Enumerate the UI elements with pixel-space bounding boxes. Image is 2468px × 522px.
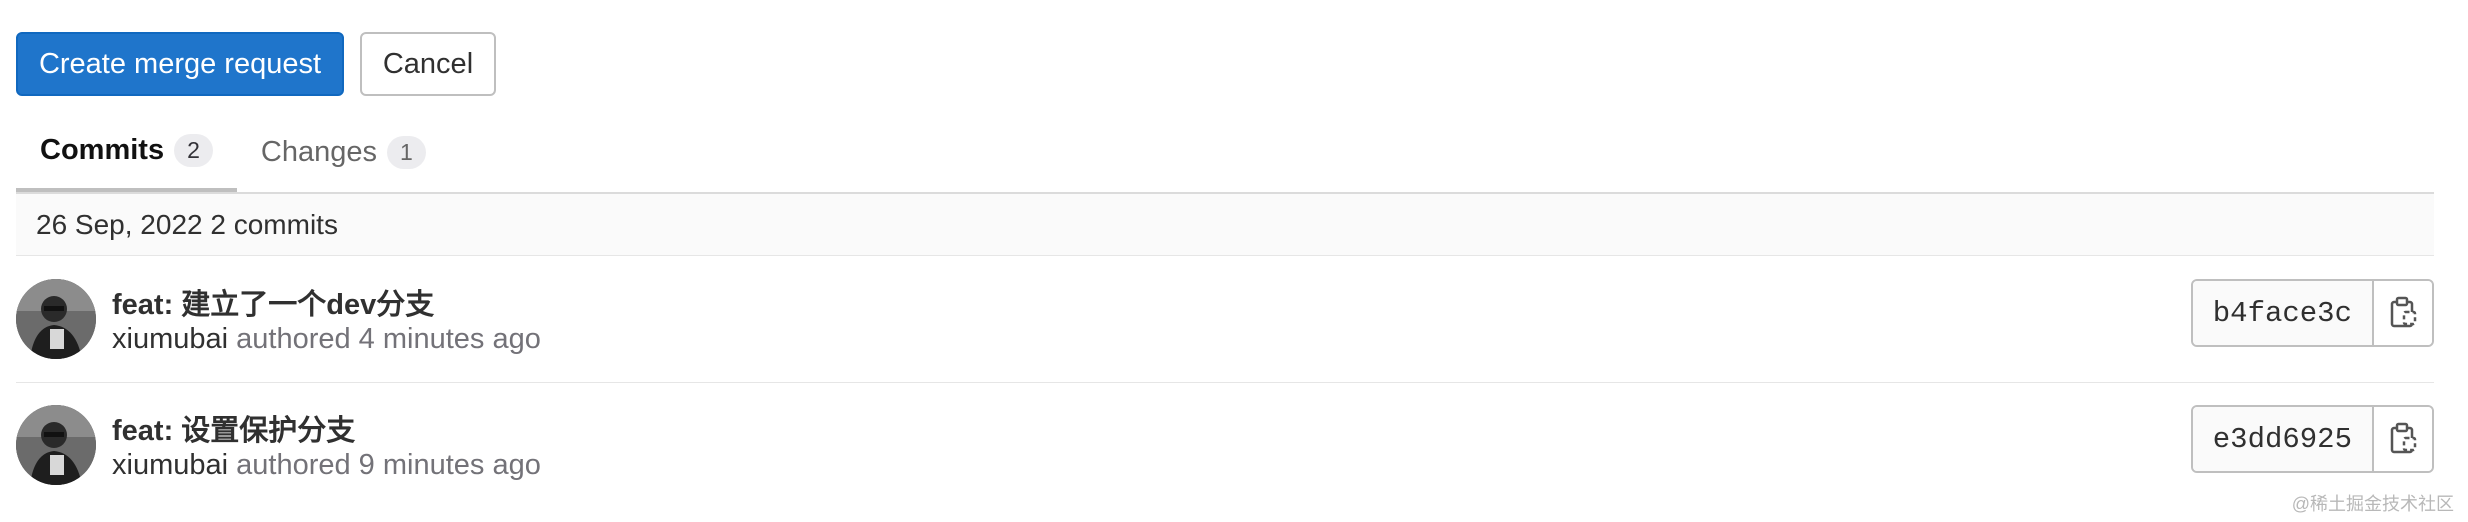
clipboard-copy-icon: [2390, 296, 2417, 328]
commit-sha-link[interactable]: e3dd6925: [2192, 407, 2374, 471]
form-actions: Create merge request Cancel: [16, 32, 496, 96]
tab-changes-label: Changes: [260, 135, 377, 168]
tab-changes[interactable]: Changes 1: [237, 112, 450, 192]
commit-author-link[interactable]: xiumubai: [112, 323, 228, 355]
commit-sha-link[interactable]: b4face3c: [2192, 281, 2374, 345]
clipboard-copy-icon: [2390, 422, 2417, 454]
tab-commits-count-badge: 2: [174, 133, 213, 167]
commit-row: feat: 建立了一个dev分支 xiumubai authored 4 min…: [16, 257, 2434, 383]
commit-meta: xiumubai authored 9 minutes ago: [112, 449, 541, 482]
commit-authored-time: authored 4 minutes ago: [236, 323, 541, 355]
commit-row: feat: 设置保护分支 xiumubai authored 9 minutes…: [16, 383, 2434, 509]
cancel-button[interactable]: Cancel: [360, 32, 496, 96]
commit-sha-group: b4face3c: [2190, 279, 2434, 347]
watermark: @稀土掘金技术社区: [2291, 494, 2454, 514]
commits-changes-tabs: Commits 2 Changes 1: [16, 112, 2434, 194]
tab-commits-label: Commits: [40, 133, 165, 166]
commit-meta: xiumubai authored 4 minutes ago: [112, 323, 541, 356]
user-avatar[interactable]: [16, 279, 96, 359]
commit-title[interactable]: feat: 建立了一个dev分支: [112, 281, 434, 323]
commit-sha-group: e3dd6925: [2190, 405, 2434, 473]
user-avatar[interactable]: [16, 405, 96, 485]
copy-commit-sha-button[interactable]: [2374, 281, 2432, 345]
tab-changes-count-badge: 1: [386, 135, 426, 169]
copy-commit-sha-button[interactable]: [2374, 407, 2432, 471]
commit-authored-time: authored 9 minutes ago: [236, 449, 541, 481]
create-merge-request-button[interactable]: Create merge request: [16, 32, 344, 96]
commit-author-link[interactable]: xiumubai: [112, 449, 228, 481]
tab-commits[interactable]: Commits 2: [16, 112, 237, 192]
commit-title[interactable]: feat: 设置保护分支: [112, 407, 355, 449]
commit-day-header: 26 Sep, 2022 2 commits: [16, 194, 2434, 256]
